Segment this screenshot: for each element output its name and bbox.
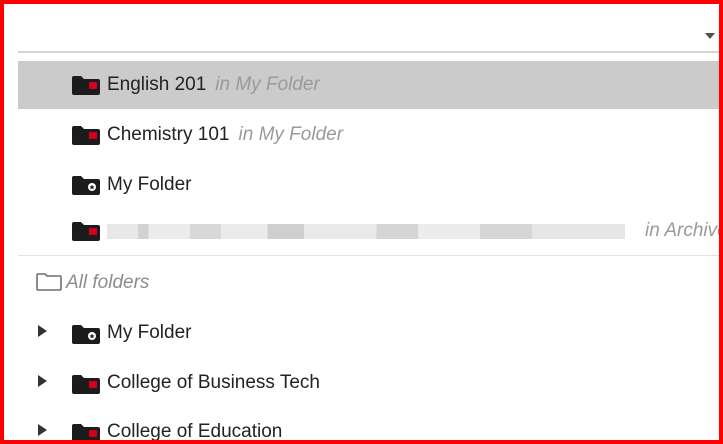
shared-folder-icon <box>72 222 100 246</box>
shared-folder-icon <box>72 126 100 150</box>
folder-outline-icon <box>36 273 62 296</box>
folder-tree-item[interactable]: College of Business Tech <box>18 358 719 408</box>
folder-location: in Archive <box>645 220 723 241</box>
folder-tree-item[interactable]: College of Education <box>18 407 719 442</box>
folder-name: College of Education <box>107 421 283 442</box>
folder-select-field[interactable] <box>18 8 719 53</box>
folder-name: English 201 <box>107 74 207 95</box>
folder-name: College of Business Tech <box>107 372 320 393</box>
shared-folder-icon <box>72 76 100 100</box>
folder-name-location: English 201 in My Folder <box>107 74 320 96</box>
folder-name: My Folder <box>107 322 192 343</box>
folder-name: Chemistry 101 <box>107 124 230 145</box>
personal-folder-icon <box>72 176 100 200</box>
expand-arrow-icon[interactable] <box>38 325 47 337</box>
caret-down-icon[interactable] <box>705 33 715 39</box>
recent-folder-option[interactable]: English 201 in My Folder <box>18 61 719 109</box>
recent-folder-option[interactable]: Chemistry 101 in My Folder <box>18 111 719 159</box>
shared-folder-icon <box>72 424 100 440</box>
folder-picker-dropdown: English 201 in My Folder Chemistry 101 in … <box>0 0 723 444</box>
folder-name-location: Chemistry 101 in My Folder <box>107 124 343 146</box>
shared-folder-icon <box>72 375 100 399</box>
recent-folder-option[interactable]: in Archive <box>18 207 723 255</box>
all-folders-header: All folders <box>18 256 719 306</box>
recent-folder-option[interactable]: My Folder <box>18 161 719 209</box>
folder-name: My Folder <box>107 174 192 195</box>
folder-tree-item[interactable]: My Folder <box>18 308 719 358</box>
personal-folder-icon <box>72 325 100 349</box>
folder-name-location: My Folder <box>107 174 200 196</box>
folder-location: in My Folder <box>215 74 320 95</box>
all-folders-label: All folders <box>66 272 150 293</box>
expand-arrow-icon[interactable] <box>38 375 47 387</box>
redacted-folder-name <box>107 224 625 239</box>
folder-location: in My Folder <box>238 124 344 145</box>
expand-arrow-icon[interactable] <box>38 424 47 436</box>
